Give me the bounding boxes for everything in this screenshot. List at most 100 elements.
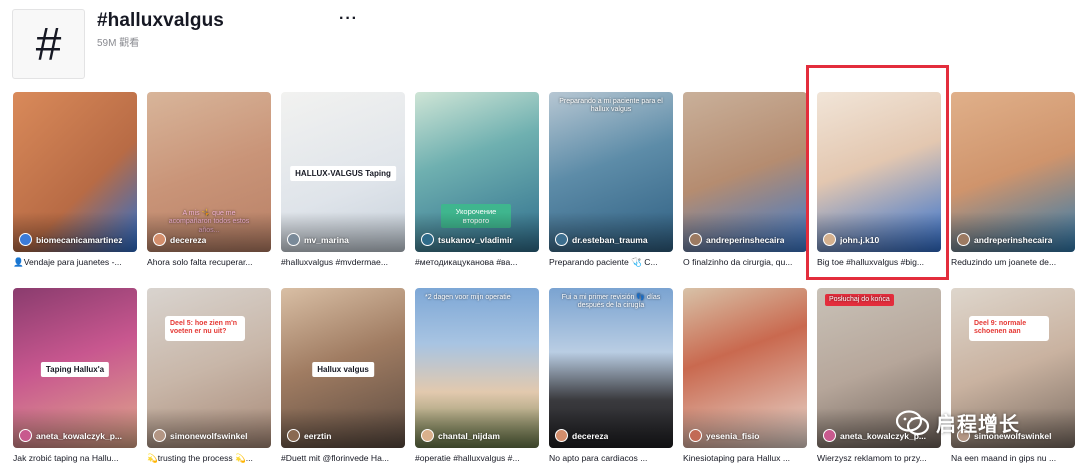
video-card[interactable]: Fui a mi primer revisión 👣 días después … <box>549 288 673 464</box>
wechat-icon <box>895 409 930 436</box>
video-thumbnail[interactable]: Укорочение второгоtsukanov_vladimir <box>415 92 539 252</box>
thumbnail-shade <box>549 408 673 448</box>
author-avatar[interactable] <box>555 429 568 442</box>
video-overlay-text: Posłuchaj do końca <box>825 294 894 307</box>
video-card[interactable]: john.j.k10 Big toe #halluxvalgus #big... <box>817 92 941 268</box>
video-caption[interactable]: #halluxvalgus #mvdermae... <box>281 256 405 268</box>
video-card[interactable]: Posłuchaj do końca aneta_kowalczyk_p... Wi… <box>817 288 941 464</box>
video-card[interactable]: andreperinshecaira O finalzinho da cirurg… <box>683 92 807 268</box>
video-author[interactable]: simonewolfswinkel <box>153 429 247 442</box>
author-avatar[interactable] <box>19 233 32 246</box>
video-thumbnail[interactable]: john.j.k10 <box>817 92 941 252</box>
video-caption[interactable]: Kinesiotaping para Hallux ... <box>683 452 807 464</box>
video-caption[interactable]: Preparando paciente 🩺 C... <box>549 256 673 268</box>
author-avatar[interactable] <box>957 233 970 246</box>
video-thumbnail[interactable]: biomecanicamartinez <box>13 92 137 252</box>
video-author[interactable]: yesenia_fisio <box>689 429 759 442</box>
video-caption[interactable]: Na een maand in gips nu ... <box>951 452 1075 464</box>
video-thumbnail[interactable]: Hallux valgus eerztin <box>281 288 405 448</box>
video-overlay-text: Hallux valgus <box>312 361 374 378</box>
video-caption[interactable]: Jak zrobić taping na Hallu... <box>13 452 137 464</box>
video-caption[interactable]: Ahora solo falta recuperar... <box>147 256 271 268</box>
video-card[interactable]: HALLUX-VALGUS Taping mv_marina #halluxvalg… <box>281 92 405 268</box>
author-name[interactable]: andreperinshecaira <box>706 235 784 245</box>
video-thumbnail[interactable]: A mis 🤸 que me acompañaron todos estos a… <box>147 92 271 252</box>
author-name[interactable]: chantal_nijdam <box>438 431 500 441</box>
video-caption[interactable]: No apto para cardiacos ... <box>549 452 673 464</box>
video-card[interactable]: Укорочение второгоtsukanov_vladimir #мето… <box>415 92 539 268</box>
video-thumbnail[interactable]: Taping Hallux'a aneta_kowalczyk_p... <box>13 288 137 448</box>
author-name[interactable]: john.j.k10 <box>840 235 879 245</box>
author-avatar[interactable] <box>555 233 568 246</box>
author-avatar[interactable] <box>421 429 434 442</box>
video-thumbnail[interactable]: andreperinshecaira <box>683 92 807 252</box>
thumbnail-shade <box>13 212 137 252</box>
video-card[interactable]: Preparando a mi paciente para el hallux … <box>549 92 673 268</box>
video-overlay-text: Deel 5: hoe zien m'n voeten er nu uit? <box>165 316 245 341</box>
author-avatar[interactable] <box>153 429 166 442</box>
video-author[interactable]: tsukanov_vladimir <box>421 233 513 246</box>
video-author[interactable]: andreperinshecaira <box>957 233 1052 246</box>
video-card[interactable]: *2 dagen voor mijn operatie chantal_nijda… <box>415 288 539 464</box>
video-thumbnail[interactable]: Preparando a mi paciente para el hallux … <box>549 92 673 252</box>
video-author[interactable]: eerztin <box>287 429 331 442</box>
video-thumbnail[interactable]: HALLUX-VALGUS Taping mv_marina <box>281 92 405 252</box>
video-author[interactable]: andreperinshecaira <box>689 233 784 246</box>
author-avatar[interactable] <box>689 233 702 246</box>
video-author[interactable]: mv_marina <box>287 233 349 246</box>
author-name[interactable]: aneta_kowalczyk_p... <box>36 431 122 441</box>
video-card[interactable]: yesenia_fisio Kinesiotaping para Hallux .… <box>683 288 807 464</box>
video-author[interactable]: john.j.k10 <box>823 233 879 246</box>
author-avatar[interactable] <box>287 429 300 442</box>
author-name[interactable]: decereza <box>170 235 206 245</box>
video-author[interactable]: dr.esteban_trauma <box>555 233 648 246</box>
video-thumbnail[interactable]: *2 dagen voor mijn operatie chantal_nijda… <box>415 288 539 448</box>
hashtag-header: # #halluxvalgus 59M 觀看 ··· <box>12 8 1072 82</box>
video-caption[interactable]: #Duett mit @florinvede Ha... <box>281 452 405 464</box>
video-thumbnail[interactable]: andreperinshecaira <box>951 92 1075 252</box>
view-count: 59M 觀看 <box>97 38 140 49</box>
video-card[interactable]: Taping Hallux'a aneta_kowalczyk_p... Jak z… <box>13 288 137 464</box>
video-card[interactable]: andreperinshecaira Reduzindo um joanete d… <box>951 92 1075 268</box>
author-name[interactable]: simonewolfswinkel <box>170 431 247 441</box>
video-thumbnail[interactable]: Fui a mi primer revisión 👣 días después … <box>549 288 673 448</box>
author-name[interactable]: decereza <box>572 431 608 441</box>
author-avatar[interactable] <box>421 233 434 246</box>
video-caption[interactable]: Wierzysz reklamom to przy... <box>817 452 941 464</box>
video-card[interactable]: biomecanicamartinez 👤Vendaje para juanete… <box>13 92 137 268</box>
author-name[interactable]: andreperinshecaira <box>974 235 1052 245</box>
author-name[interactable]: eerztin <box>304 431 331 441</box>
video-caption[interactable]: Big toe #halluxvalgus #big... <box>817 256 941 268</box>
video-card[interactable]: A mis 🤸 que me acompañaron todos estos a… <box>147 92 271 268</box>
video-card[interactable]: Deel 9: normale schoenen aan simonewolfsw… <box>951 288 1075 464</box>
author-avatar[interactable] <box>823 233 836 246</box>
thumbnail-shade <box>415 408 539 448</box>
video-author[interactable]: chantal_nijdam <box>421 429 500 442</box>
video-caption[interactable]: 💫trusting the process 💫... <box>147 452 271 464</box>
author-name[interactable]: tsukanov_vladimir <box>438 235 513 245</box>
author-name[interactable]: mv_marina <box>304 235 349 245</box>
video-caption[interactable]: 👤Vendaje para juanetes -... <box>13 256 137 268</box>
video-author[interactable]: biomecanicamartinez <box>19 233 122 246</box>
author-name[interactable]: biomecanicamartinez <box>36 235 122 245</box>
thumbnail-shade <box>281 212 405 252</box>
author-name[interactable]: yesenia_fisio <box>706 431 759 441</box>
video-caption[interactable]: O finalzinho da cirurgia, qu... <box>683 256 807 268</box>
more-options-button[interactable]: ··· <box>339 10 358 28</box>
video-card[interactable]: Hallux valgus eerztin #Duett mit @florinve… <box>281 288 405 464</box>
video-thumbnail[interactable]: yesenia_fisio <box>683 288 807 448</box>
author-avatar[interactable] <box>823 429 836 442</box>
video-card[interactable]: Deel 5: hoe zien m'n voeten er nu uit? si… <box>147 288 271 464</box>
video-caption[interactable]: #operatie #halluxvalgus #... <box>415 452 539 464</box>
author-name[interactable]: dr.esteban_trauma <box>572 235 648 245</box>
author-avatar[interactable] <box>153 233 166 246</box>
video-author[interactable]: decereza <box>555 429 608 442</box>
video-author[interactable]: aneta_kowalczyk_p... <box>19 429 122 442</box>
video-caption[interactable]: #методикацуканова #ва... <box>415 256 539 268</box>
video-thumbnail[interactable]: Deel 5: hoe zien m'n voeten er nu uit? si… <box>147 288 271 448</box>
author-avatar[interactable] <box>287 233 300 246</box>
video-caption[interactable]: Reduzindo um joanete de... <box>951 256 1075 268</box>
author-avatar[interactable] <box>689 429 702 442</box>
video-author[interactable]: decereza <box>153 233 206 246</box>
author-avatar[interactable] <box>19 429 32 442</box>
